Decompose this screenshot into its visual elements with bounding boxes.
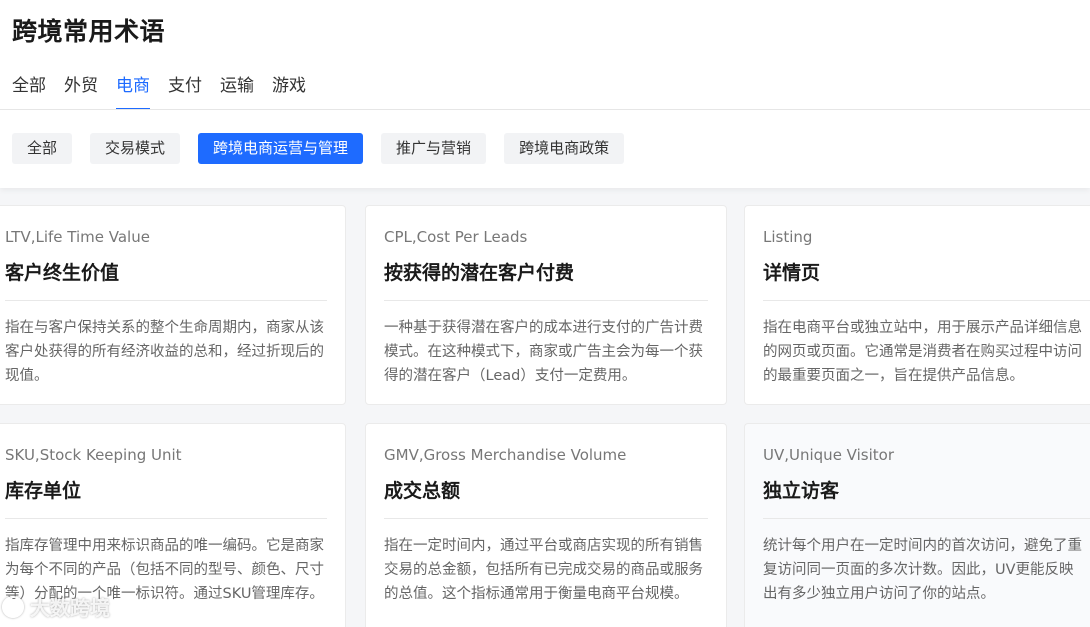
tab-shipping[interactable]: 运输: [220, 74, 254, 110]
chip-all[interactable]: 全部: [12, 133, 73, 164]
tab-payment[interactable]: 支付: [168, 74, 202, 110]
term-title: 详情页: [763, 262, 821, 284]
watermark-text: 大数跨境: [30, 596, 110, 620]
tab-games[interactable]: 游戏: [272, 74, 306, 110]
card-divider: [5, 518, 327, 519]
term-abbreviation: GMV,Gross Merchandise Volume: [384, 446, 627, 464]
tab-all[interactable]: 全部: [12, 74, 46, 110]
page-title: 跨境常用术语: [12, 17, 166, 46]
watermark: 大数跨境: [2, 592, 110, 621]
chip-operations[interactable]: 跨境电商运营与管理: [198, 133, 364, 164]
subcategory-chips: 全部 交易模式 跨境电商运营与管理 推广与营销 跨境电商政策: [12, 133, 625, 164]
card-divider: [384, 518, 708, 519]
term-card[interactable]: CPL,Cost Per Leads 按获得的潜在客户付费 一种基于获得潜在客户…: [365, 205, 727, 405]
card-divider: [5, 300, 327, 301]
term-card[interactable]: LTV,Life Time Value 客户终生价值 指在与客户保持关系的整个生…: [0, 205, 346, 405]
card-divider: [384, 300, 708, 301]
term-description: 指在一定时间内，通过平台或商店实现的所有销售交易的总金额，包括所有已完成交易的商…: [384, 538, 703, 602]
term-card[interactable]: Listing 详情页 指在电商平台或独立站中，用于展示产品详细信息的网页或页面…: [744, 205, 1090, 405]
page: 跨境常用术语 全部 外贸 电商 支付 运输 游戏 全部 交易模式 跨境电商运营与…: [0, 0, 1090, 627]
term-abbreviation: CPL,Cost Per Leads: [384, 228, 528, 246]
chip-marketing[interactable]: 推广与营销: [381, 133, 487, 164]
term-abbreviation: SKU,Stock Keeping Unit: [5, 446, 182, 464]
term-title: 成交总额: [384, 480, 461, 502]
tabs-divider: [0, 109, 1090, 110]
header: 跨境常用术语 全部 外贸 电商 支付 运输 游戏 全部 交易模式 跨境电商运营与…: [0, 0, 1090, 188]
chip-trade-mode[interactable]: 交易模式: [90, 133, 181, 164]
term-card[interactable]: UV,Unique Visitor 独立访客 统计每个用户在一定时间内的首次访问…: [744, 423, 1090, 627]
term-abbreviation: Listing: [763, 228, 813, 246]
card-divider: [763, 300, 1090, 301]
tab-foreign-trade[interactable]: 外贸: [64, 74, 98, 110]
term-description: 一种基于获得潜在客户的成本进行支付的广告计费模式。在这种模式下，商家或广告主会为…: [384, 320, 703, 384]
term-title: 库存单位: [5, 480, 82, 502]
term-abbreviation: UV,Unique Visitor: [763, 446, 894, 464]
tab-ecommerce[interactable]: 电商: [116, 74, 150, 110]
term-description: 指在电商平台或独立站中，用于展示产品详细信息的网页或页面。它通常是消费者在购买过…: [763, 320, 1082, 384]
chip-policy[interactable]: 跨境电商政策: [504, 133, 625, 164]
term-description: 指在与客户保持关系的整个生命周期内，商家从该客户处获得的所有经济收益的总和，经过…: [5, 320, 324, 384]
watermark-logo-icon: [2, 595, 24, 618]
term-title: 客户终生价值: [5, 262, 120, 284]
category-tabs: 全部 外贸 电商 支付 运输 游戏: [12, 74, 324, 110]
term-title: 按获得的潜在客户付费: [384, 262, 575, 284]
term-card-grid: LTV,Life Time Value 客户终生价值 指在与客户保持关系的整个生…: [0, 188, 1090, 627]
term-description: 统计每个用户在一定时间内的首次访问，避免了重复访问同一页面的多次计数。因此，UV…: [763, 538, 1082, 602]
term-abbreviation: LTV,Life Time Value: [5, 228, 150, 246]
card-divider: [763, 518, 1090, 519]
term-title: 独立访客: [763, 480, 840, 502]
term-card[interactable]: GMV,Gross Merchandise Volume 成交总额 指在一定时间…: [365, 423, 727, 627]
